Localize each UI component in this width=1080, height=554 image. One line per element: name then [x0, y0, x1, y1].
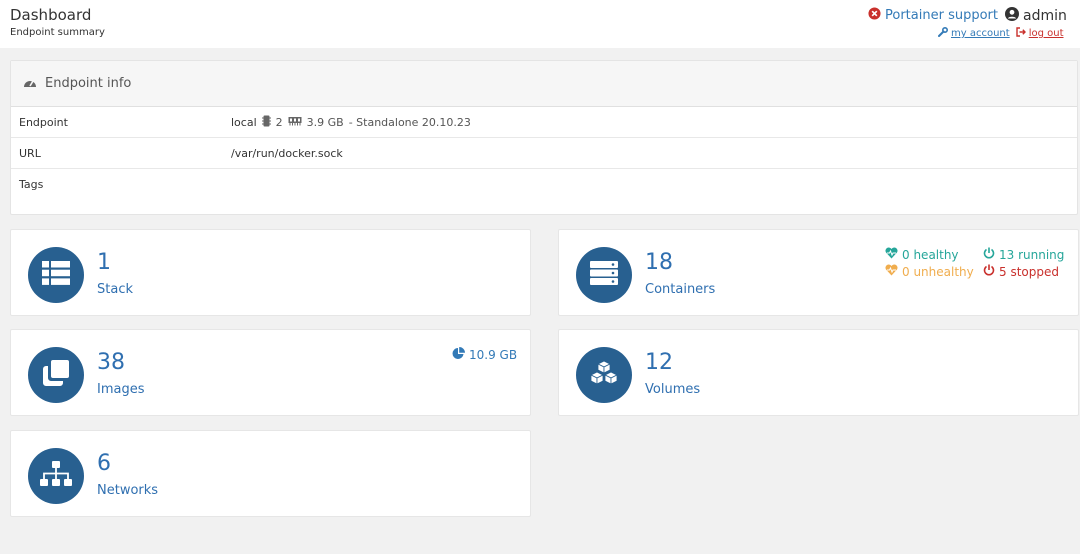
- images-label: Images: [97, 382, 145, 397]
- volumes-icon-circle: [576, 347, 632, 403]
- heartbeat-icon-unhealthy: [885, 264, 898, 279]
- containers-card[interactable]: 18 Containers 0 healthy 0 unhealthy 13 r…: [558, 229, 1079, 316]
- stack-card[interactable]: 1 Stack: [10, 229, 531, 316]
- stopped-count: 5 stopped: [999, 264, 1059, 279]
- my-account-link[interactable]: my account: [938, 26, 1010, 40]
- stopped-status: 5 stopped: [983, 264, 1059, 279]
- account-links: my account log out: [938, 26, 1064, 40]
- images-card[interactable]: 38 Images 10.9 GB: [10, 329, 531, 416]
- networks-card[interactable]: 6 Networks: [10, 430, 531, 517]
- endpoint-info-header: Endpoint info: [11, 61, 1077, 107]
- volumes-label: Volumes: [645, 382, 701, 397]
- my-account-label: my account: [951, 28, 1010, 39]
- support-times-circle-icon: [868, 7, 881, 24]
- url-row: URL /var/run/docker.sock: [11, 138, 1077, 169]
- endpoint-row: Endpoint local 2 3.9 GB - Standalone 20.…: [11, 107, 1077, 138]
- cubes-icon: [590, 360, 618, 390]
- unhealthy-count: 0 unhealthy: [902, 264, 974, 279]
- url-row-key: URL: [19, 146, 41, 160]
- endpoint-mode: - Standalone 20.10.23: [348, 115, 471, 129]
- sign-out-icon: [1015, 27, 1026, 40]
- th-list-icon: [42, 261, 70, 289]
- endpoint-cpu: 2: [275, 115, 283, 129]
- page-subtitle: Endpoint summary: [10, 27, 105, 38]
- images-size: 10.9 GB: [452, 347, 517, 363]
- log-out-label: log out: [1028, 28, 1064, 39]
- containers-label: Containers: [645, 282, 716, 297]
- clone-icon: [43, 360, 69, 390]
- microchip-icon: [261, 115, 271, 130]
- server-icon: [590, 261, 618, 289]
- endpoint-info-title: Endpoint info: [45, 76, 132, 91]
- volumes-card[interactable]: 12 Volumes: [558, 329, 1079, 416]
- images-size-value: 10.9 GB: [469, 348, 518, 362]
- endpoint-name: local: [231, 115, 257, 129]
- stack-label: Stack: [97, 282, 133, 297]
- power-off-icon-running: [983, 247, 995, 262]
- running-count: 13 running: [999, 247, 1065, 262]
- stack-count: 1: [97, 250, 111, 275]
- tags-row: Tags: [11, 169, 1077, 200]
- tags-row-key: Tags: [19, 178, 44, 191]
- networks-icon-circle: [28, 448, 84, 504]
- endpoint-row-key: Endpoint: [19, 115, 68, 129]
- running-status: 13 running: [983, 247, 1064, 262]
- stack-icon-circle: [28, 247, 84, 303]
- memory-icon: [288, 116, 302, 129]
- log-out-link[interactable]: log out: [1015, 27, 1064, 40]
- page-title: Dashboard: [10, 6, 92, 24]
- top-header: Dashboard Endpoint summary Portainer sup…: [0, 0, 1080, 48]
- power-off-icon-stopped: [983, 264, 995, 279]
- networks-count: 6: [97, 451, 111, 476]
- containers-icon-circle: [576, 247, 632, 303]
- healthy-count: 0 healthy: [902, 247, 959, 262]
- networks-label: Networks: [97, 483, 159, 498]
- sitemap-icon: [40, 461, 72, 491]
- user-name: admin: [1023, 8, 1067, 24]
- endpoint-memory: 3.9 GB: [306, 115, 344, 129]
- containers-count: 18: [645, 250, 673, 275]
- endpoint-info-panel: Endpoint info Endpoint local 2 3.9 GB - …: [10, 60, 1078, 215]
- portainer-support-link[interactable]: Portainer support: [868, 7, 998, 24]
- volumes-count: 12: [645, 350, 673, 375]
- user-info: admin: [1005, 7, 1067, 25]
- unhealthy-status: 0 unhealthy: [885, 264, 974, 279]
- url-value: /var/run/docker.sock: [231, 146, 343, 160]
- tachometer-icon: [23, 76, 37, 92]
- user-circle-icon: [1005, 7, 1019, 25]
- wrench-icon: [938, 26, 949, 40]
- images-count: 38: [97, 350, 125, 375]
- support-label: Portainer support: [885, 8, 998, 23]
- healthy-status: 0 healthy: [885, 247, 959, 262]
- pie-chart-icon: [452, 347, 465, 363]
- heartbeat-icon: [885, 247, 898, 262]
- images-icon-circle: [28, 347, 84, 403]
